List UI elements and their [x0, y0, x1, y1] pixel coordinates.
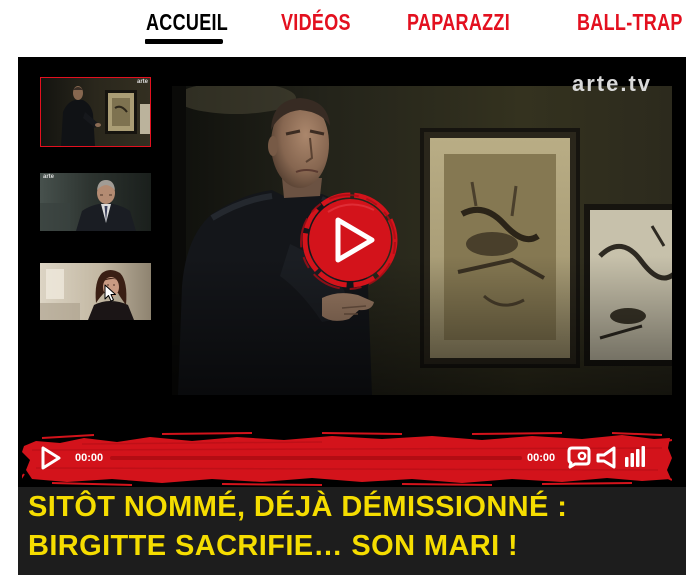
screen-button[interactable] — [565, 445, 592, 469]
video-player: arte arte arte.tv 00:00 00:00 — [18, 57, 686, 487]
playlist-thumbnail-1[interactable]: arte — [40, 77, 151, 147]
nav-link-videos[interactable]: VIDÉOS — [281, 9, 351, 35]
article-title-line-1: SITÔT NOMMÉ, DÉJÀ DÉMISSIONNÉ : — [28, 491, 568, 523]
playlist-thumbnail-2[interactable]: arte — [40, 173, 151, 231]
duration: 00:00 — [527, 452, 556, 464]
article-title-line-2: BIRGITTE SACRIFIE… SON MARI ! — [28, 530, 519, 562]
playlist-thumbnail-3[interactable] — [40, 263, 151, 320]
volume-slider[interactable] — [623, 444, 647, 470]
article-title-strip: SITÔT NOMMÉ, DÉJÀ DÉMISSIONNÉ : BIRGITTE… — [18, 487, 686, 575]
thumbnail-image — [40, 263, 151, 320]
progress-track[interactable] — [110, 456, 522, 460]
thumbnail-image — [41, 78, 150, 146]
thumbnail-watermark: arte — [43, 174, 55, 180]
volume-bars-icon — [625, 446, 645, 467]
arte-logo: arte.tv — [572, 71, 653, 96]
nav-link-paparazzi[interactable]: PAPARAZZI — [407, 9, 510, 35]
play-icon — [41, 446, 61, 470]
mute-button[interactable] — [595, 445, 617, 469]
speaker-icon — [596, 446, 616, 469]
screen-icon — [567, 446, 591, 469]
mouse-cursor — [104, 284, 116, 302]
current-time: 00:00 — [75, 452, 104, 464]
nav-link-ball-trap[interactable]: BALL-TRAP — [577, 9, 683, 35]
play-button[interactable] — [38, 445, 62, 471]
article-title: SITÔT NOMMÉ, DÉJÀ DÉMISSIONNÉ : BIRGITTE… — [28, 488, 567, 566]
thumbnail-watermark: arte — [137, 79, 149, 85]
active-nav-underline — [145, 39, 223, 44]
big-play-button[interactable] — [298, 190, 402, 290]
control-bar: 00:00 00:00 — [22, 430, 672, 486]
nav-link-accueil[interactable]: ACCUEIL — [146, 9, 228, 35]
thumbnail-image — [40, 173, 151, 231]
video-frame[interactable] — [172, 86, 672, 395]
video-still — [172, 86, 672, 395]
